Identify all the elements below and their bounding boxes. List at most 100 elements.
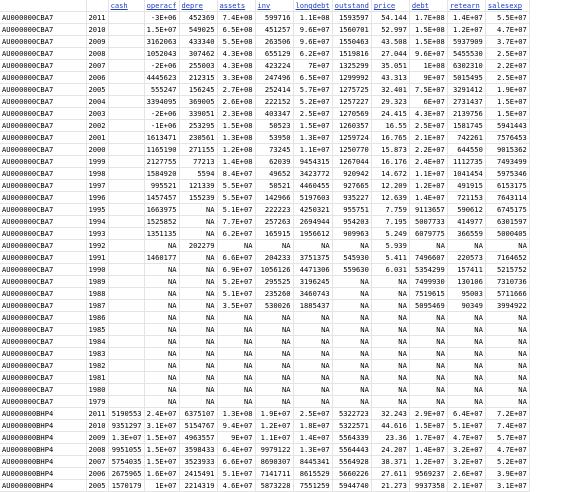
table-cell[interactable]: 5.1E+07: [217, 287, 256, 300]
table-cell[interactable]: 2.6E+07: [447, 467, 486, 480]
table-cell[interactable]: NA: [255, 383, 294, 396]
table-cell[interactable]: 9937358: [409, 479, 448, 492]
table-cell[interactable]: 2731437: [447, 95, 486, 108]
table-cell[interactable]: 4963557: [179, 431, 218, 444]
table-cell[interactable]: 1.3E+07: [293, 443, 333, 456]
column-header[interactable]: price: [371, 0, 410, 12]
table-cell[interactable]: 590612: [447, 203, 486, 216]
table-cell[interactable]: AU000000CBA7: [0, 383, 87, 396]
table-cell[interactable]: 1041454: [447, 167, 486, 180]
table-cell[interactable]: AU000000CBA7: [0, 323, 87, 336]
table-cell[interactable]: 6.2E+07: [217, 227, 256, 240]
table-cell[interactable]: 204233: [255, 251, 294, 264]
table-cell[interactable]: 5564339: [332, 431, 372, 444]
table-cell[interactable]: 2.5E+07: [485, 71, 530, 84]
table-cell[interactable]: NA: [144, 239, 180, 252]
table-cell[interactable]: 1989: [86, 275, 109, 288]
table-cell[interactable]: NA: [179, 263, 218, 276]
table-cell[interactable]: NA: [293, 395, 333, 408]
table-cell[interactable]: 6079775: [409, 227, 448, 240]
table-cell[interactable]: 2009: [86, 431, 109, 444]
table-cell[interactable]: NA: [447, 359, 486, 372]
table-cell[interactable]: 4.7E+07: [447, 431, 486, 444]
table-cell[interactable]: AU000000CBA7: [0, 251, 87, 264]
column-header[interactable]: [0, 0, 87, 12]
table-cell[interactable]: NA: [144, 359, 180, 372]
table-cell[interactable]: 1992: [86, 239, 109, 252]
table-cell[interactable]: 2.4E+07: [409, 155, 448, 168]
table-cell[interactable]: 9E+07: [409, 71, 448, 84]
table-cell[interactable]: 5.7E+07: [485, 431, 530, 444]
table-cell[interactable]: AU000000CBA7: [0, 275, 87, 288]
table-cell[interactable]: 5873228: [255, 479, 294, 492]
table-cell[interactable]: 6.6E+07: [217, 455, 256, 468]
table-cell[interactable]: NA: [179, 371, 218, 384]
table-cell[interactable]: 2214319: [179, 479, 218, 492]
table-cell[interactable]: 24.415: [371, 107, 410, 120]
table-cell[interactable]: NA: [332, 359, 372, 372]
table-cell[interactable]: 5015495: [447, 71, 486, 84]
table-cell[interactable]: -2E+06: [144, 59, 180, 72]
table-cell[interactable]: 1986: [86, 311, 109, 324]
table-cell[interactable]: -2E+06: [144, 107, 180, 120]
table-cell[interactable]: NA: [293, 383, 333, 396]
table-cell[interactable]: NA: [255, 323, 294, 336]
table-cell[interactable]: 1998: [86, 167, 109, 180]
table-cell[interactable]: 1.5E+07: [144, 431, 180, 444]
table-cell[interactable]: [108, 35, 145, 48]
table-cell[interactable]: 1052043: [144, 47, 180, 60]
table-cell[interactable]: 2000: [86, 143, 109, 156]
table-cell[interactable]: NA: [217, 347, 256, 360]
table-cell[interactable]: 6.5E+08: [217, 23, 256, 36]
table-cell[interactable]: 2004: [86, 95, 109, 108]
table-cell[interactable]: 9.6E+07: [293, 23, 333, 36]
table-cell[interactable]: 721153: [447, 191, 486, 204]
column-header[interactable]: inv: [255, 0, 294, 12]
table-cell[interactable]: 7310736: [485, 275, 530, 288]
table-cell[interactable]: 6375107: [179, 407, 218, 420]
table-cell[interactable]: NA: [371, 359, 410, 372]
table-cell[interactable]: 742261: [447, 131, 486, 144]
table-cell[interactable]: 1E+08: [409, 59, 448, 72]
table-cell[interactable]: 1.5E+07: [144, 455, 180, 468]
table-cell[interactable]: 2.6E+08: [217, 95, 256, 108]
table-cell[interactable]: [108, 383, 145, 396]
table-cell[interactable]: 1570179: [108, 479, 145, 492]
table-cell[interactable]: 5455530: [447, 47, 486, 60]
table-cell[interactable]: 1.2E+07: [409, 455, 448, 468]
table-cell[interactable]: 5941443: [485, 119, 530, 132]
table-cell[interactable]: 452369: [179, 11, 218, 24]
table-cell[interactable]: 257263: [255, 215, 294, 228]
table-cell[interactable]: 5215752: [485, 263, 530, 276]
table-cell[interactable]: 1325299: [332, 59, 372, 72]
table-cell[interactable]: NA: [409, 239, 448, 252]
table-cell[interactable]: 1980: [86, 383, 109, 396]
table-cell[interactable]: 62039: [255, 155, 294, 168]
table-cell[interactable]: [108, 179, 145, 192]
table-cell[interactable]: 5154767: [179, 419, 218, 432]
table-cell[interactable]: 9.6E+07: [409, 47, 448, 60]
table-cell[interactable]: 8.4E+07: [217, 167, 256, 180]
table-cell[interactable]: 1990: [86, 263, 109, 276]
table-cell[interactable]: 1993: [86, 227, 109, 240]
table-cell[interactable]: 5190553: [108, 407, 145, 420]
table-cell[interactable]: 1956612: [293, 227, 333, 240]
table-cell[interactable]: 3162063: [144, 35, 180, 48]
table-cell[interactable]: 1.5E+07: [144, 23, 180, 36]
table-cell[interactable]: 2005: [86, 479, 109, 492]
table-cell[interactable]: [108, 59, 145, 72]
table-cell[interactable]: 3.3E+08: [217, 71, 256, 84]
table-cell[interactable]: [108, 251, 145, 264]
table-cell[interactable]: 3.2E+07: [447, 455, 486, 468]
table-cell[interactable]: 5564443: [332, 443, 372, 456]
table-cell[interactable]: 5000405: [485, 227, 530, 240]
table-cell[interactable]: 43.313: [371, 71, 410, 84]
table-cell[interactable]: AU000000CBA7: [0, 311, 87, 324]
table-cell[interactable]: 1984: [86, 335, 109, 348]
table-cell[interactable]: NA: [144, 371, 180, 384]
table-cell[interactable]: 32.243: [371, 407, 410, 420]
table-cell[interactable]: 559630: [332, 263, 372, 276]
table-cell[interactable]: 5660226: [332, 467, 372, 480]
table-cell[interactable]: NA: [179, 299, 218, 312]
table-cell[interactable]: [108, 323, 145, 336]
